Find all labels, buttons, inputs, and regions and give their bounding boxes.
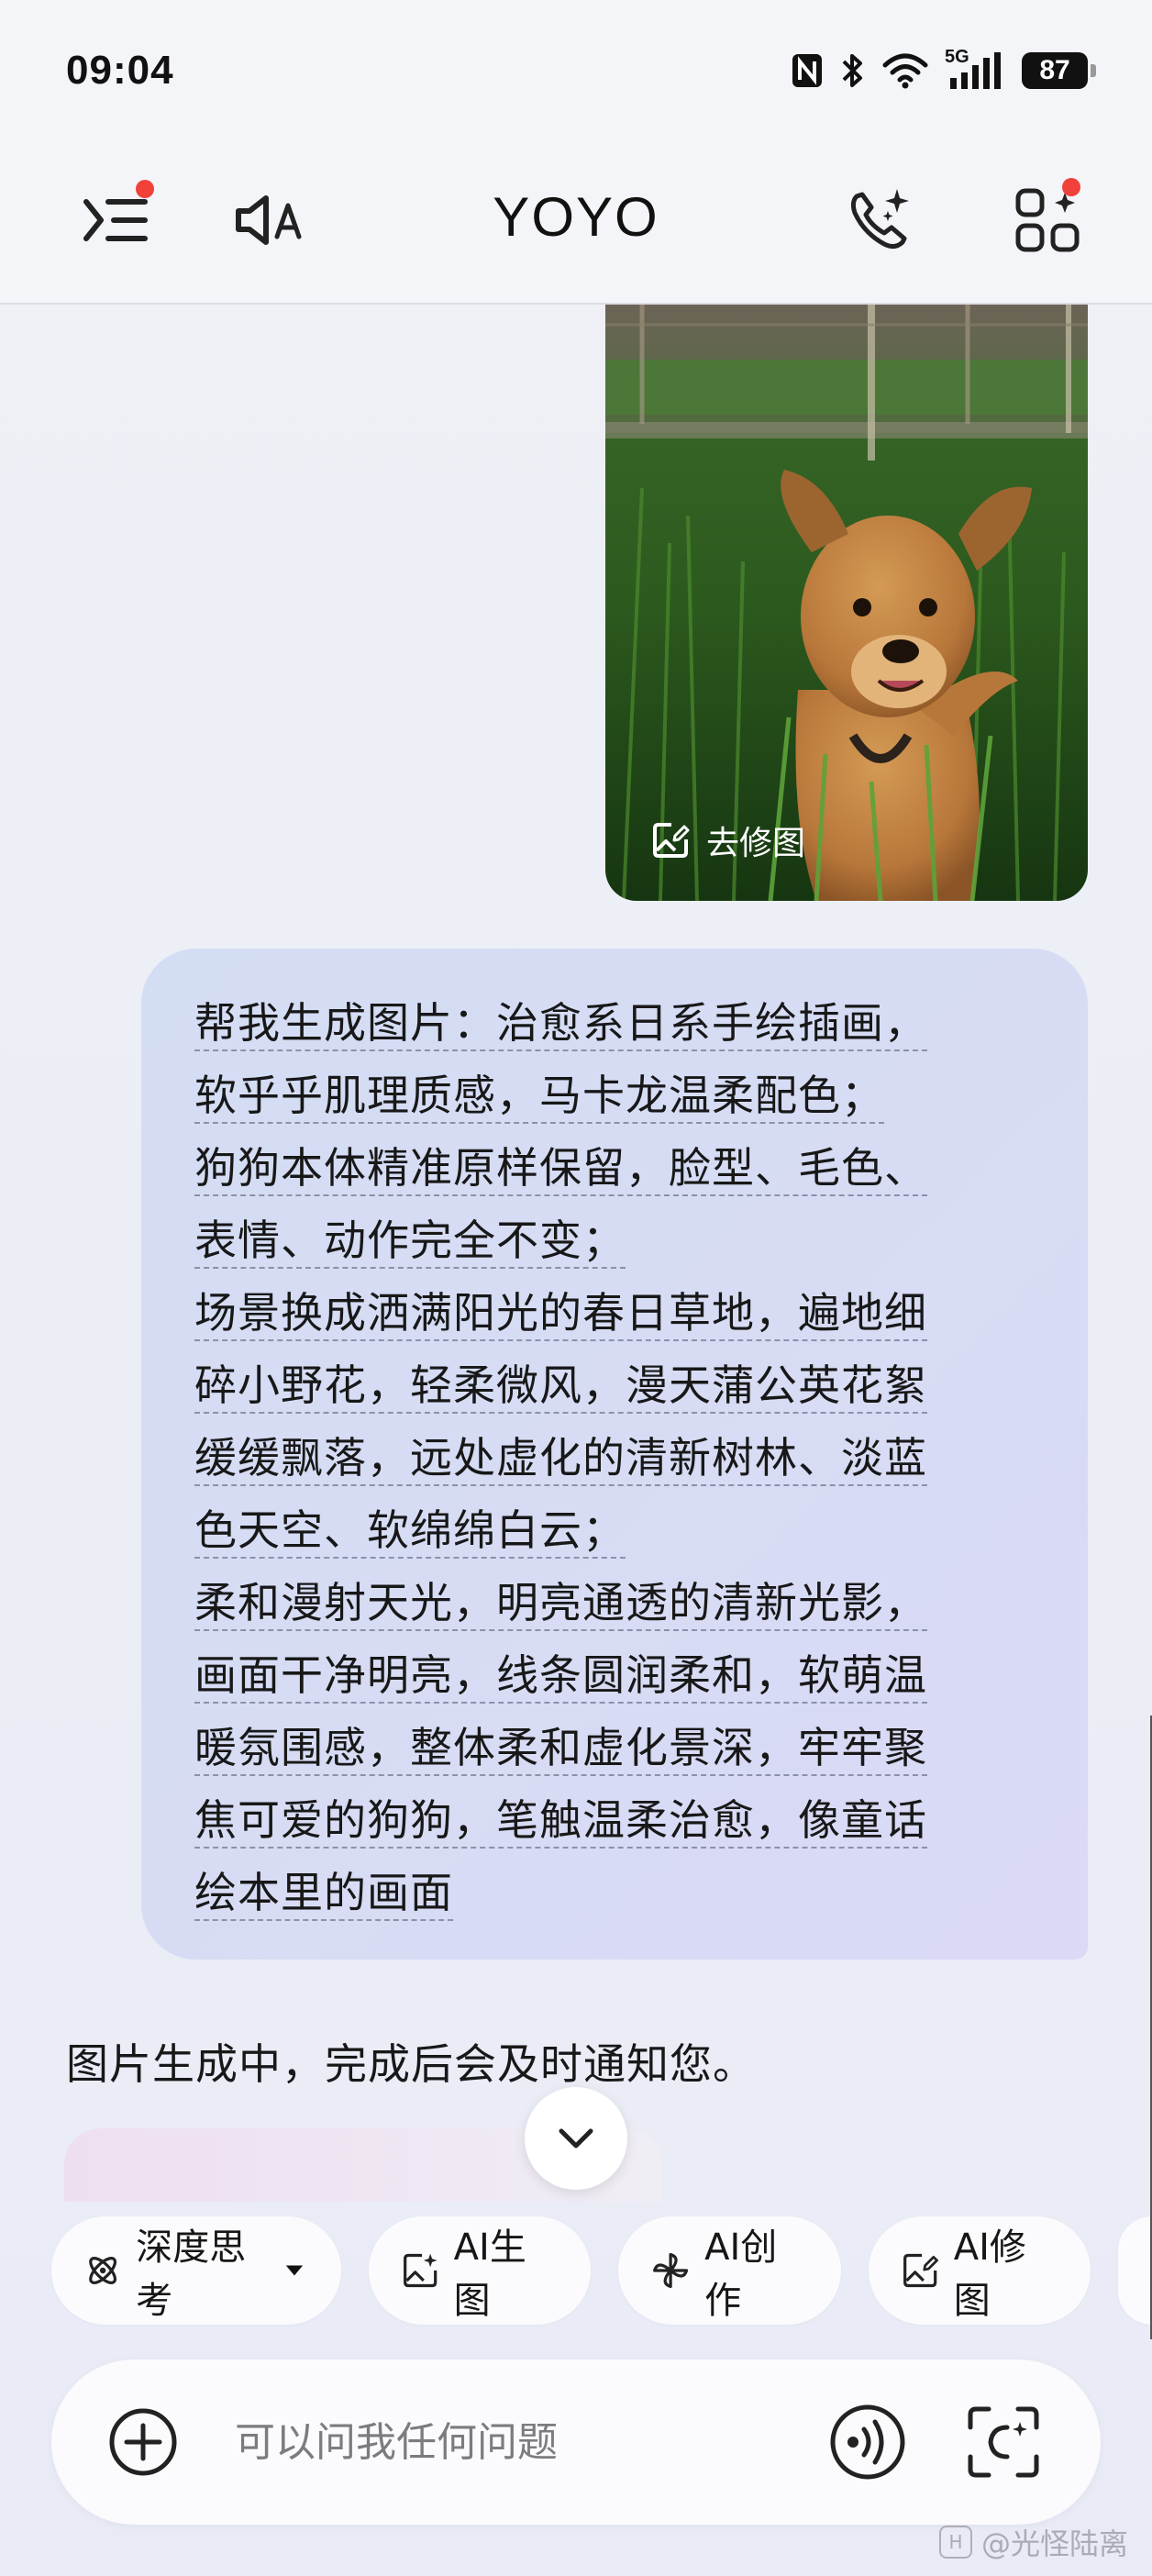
message-line: 柔和漫射天光，明亮通透的清新光影， bbox=[194, 1567, 1036, 1639]
image-edit-icon bbox=[903, 2253, 939, 2288]
chip-label: 深度思考 bbox=[136, 2226, 247, 2322]
message-line: 表情、动作完全不变； bbox=[194, 1205, 1036, 1277]
message-line: 绘本里的画面 bbox=[194, 1857, 1036, 1929]
wifi-icon bbox=[882, 53, 928, 89]
chip-label: AI创作 bbox=[704, 2226, 778, 2322]
apps-button[interactable] bbox=[1003, 174, 1091, 266]
message-line: 帮我生成图片：治愈系日系手绘插画， bbox=[194, 987, 1036, 1060]
top-bar: YOYO bbox=[0, 147, 1152, 305]
dog-photo bbox=[605, 305, 1088, 901]
message-line: 焦可爱的狗狗，笔触温柔治愈，像童话 bbox=[194, 1784, 1036, 1857]
scroll-to-bottom-button[interactable] bbox=[525, 2087, 627, 2190]
ai-call-icon bbox=[850, 189, 909, 250]
bluetooth-icon bbox=[842, 54, 862, 87]
chat-input[interactable] bbox=[235, 2405, 785, 2479]
voice-wave-icon bbox=[830, 2404, 905, 2480]
status-icons: 5G 87 bbox=[791, 47, 1096, 94]
message-line: 画面干净明亮，线条圆润柔和，软萌温 bbox=[194, 1639, 1036, 1712]
message-line: 场景换成洒满阳光的春日草地，遍地细 bbox=[194, 1277, 1036, 1349]
bot-message-text: 图片生成中，完成后会及时通知您。 bbox=[66, 2039, 756, 2089]
message-line: 软乎乎肌理质感，马卡龙温柔配色； bbox=[194, 1060, 1036, 1132]
camera-scan-button[interactable] bbox=[963, 2402, 1044, 2482]
watermark-logo-icon: H bbox=[938, 2526, 972, 2559]
chip-label: AI修图 bbox=[953, 2226, 1026, 2322]
watermark-text: @光怪陆离 bbox=[980, 2526, 1128, 2561]
atom-icon bbox=[89, 2257, 117, 2284]
quick-actions: 深度思考 AI生图 AI创作 AI修图 bbox=[51, 2216, 1152, 2325]
voice-call-button[interactable] bbox=[827, 2402, 908, 2482]
message-line: 碎小野花，轻柔微风，漫天蒲公英花絮 bbox=[194, 1349, 1036, 1422]
chip-ai-image-edit[interactable]: AI修图 bbox=[869, 2216, 1091, 2325]
plus-circle-icon bbox=[109, 2408, 177, 2476]
scan-camera-icon bbox=[968, 2406, 1039, 2478]
nfc-icon bbox=[792, 54, 822, 87]
image-edit-icon bbox=[653, 823, 690, 858]
chat-input-bar bbox=[51, 2359, 1101, 2525]
edit-image-button[interactable]: 去修图 bbox=[651, 816, 805, 864]
message-line: 色天空、软绵绵白云； bbox=[194, 1494, 1036, 1567]
edit-image-label: 去修图 bbox=[706, 825, 806, 862]
chip-ai-creation[interactable]: AI创作 bbox=[617, 2216, 842, 2325]
image-generate-icon bbox=[404, 2253, 438, 2288]
dropdown-triangle-icon bbox=[286, 2265, 304, 2276]
ai-call-button[interactable] bbox=[836, 174, 925, 266]
battery-icon: 87 bbox=[1022, 52, 1096, 89]
chip-ai-image-generation[interactable]: AI生图 bbox=[369, 2216, 591, 2325]
add-attachment-button[interactable] bbox=[106, 2405, 180, 2479]
user-message-bubble: 帮我生成图片：治愈系日系手绘插画， 软乎乎肌理质感，马卡龙温柔配色； 狗狗本体精… bbox=[141, 949, 1088, 1960]
sent-photo[interactable]: 去修图 bbox=[605, 305, 1088, 901]
message-line: 缓缓飘落，远处虚化的清新树林、淡蓝 bbox=[194, 1422, 1036, 1494]
pinwheel-icon bbox=[653, 2252, 689, 2289]
status-bar: 09:04 5G 87 bbox=[0, 0, 1152, 147]
chip-more[interactable] bbox=[1118, 2216, 1152, 2325]
message-line: 狗狗本体精准原样保留，脸型、毛色、 bbox=[194, 1132, 1036, 1205]
app-title: YOYO bbox=[493, 186, 659, 248]
watermark: H @光怪陆离 bbox=[938, 2521, 1128, 2563]
user-message-text: 帮我生成图片：治愈系日系手绘插画， 软乎乎肌理质感，马卡龙温柔配色； 狗狗本体精… bbox=[194, 987, 1036, 1929]
chevron-down-icon bbox=[559, 2128, 593, 2149]
status-time: 09:04 bbox=[66, 48, 174, 93]
notification-dot bbox=[1062, 178, 1080, 196]
message-line: 暖氛围感，整体柔和虚化景深，牢牢聚 bbox=[194, 1712, 1036, 1784]
chip-label: AI生图 bbox=[453, 2226, 526, 2322]
signal-icon: 5G bbox=[945, 47, 1005, 91]
chip-deep-thinking[interactable]: 深度思考 bbox=[51, 2216, 342, 2325]
